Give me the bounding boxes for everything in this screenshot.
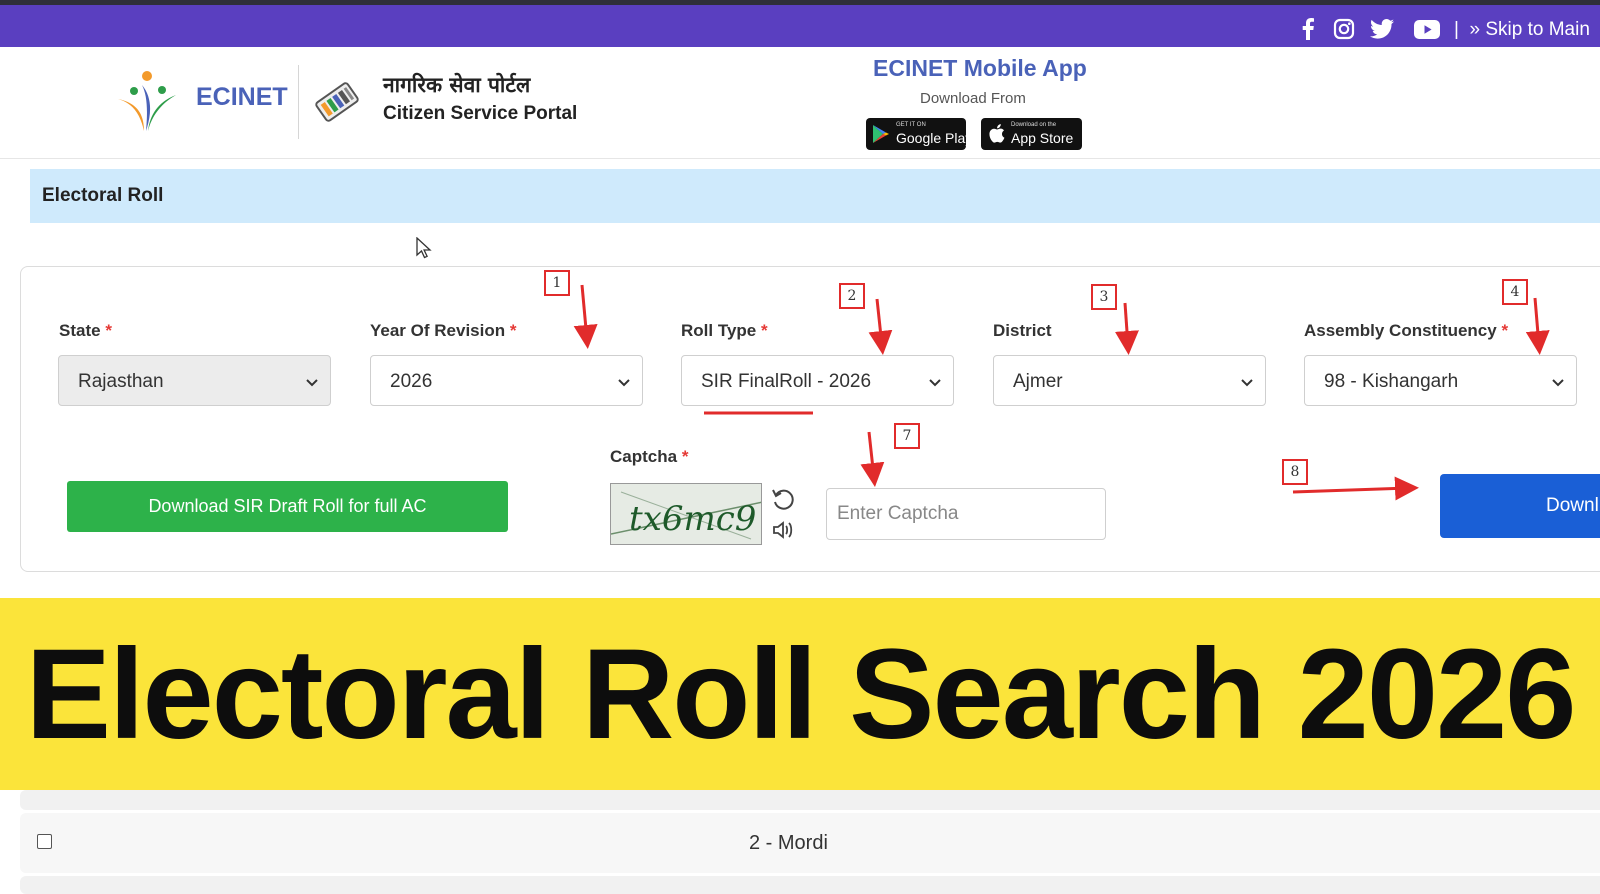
instagram-icon[interactable] <box>1332 17 1356 41</box>
banner-text: Electoral Roll Search 2026 <box>25 622 1577 766</box>
annotation-marker-3: 3 <box>1091 284 1117 310</box>
captcha-label-text: Captcha <box>610 447 678 466</box>
google-play-button[interactable]: GET IT ON Google Play <box>866 118 972 150</box>
google-play-icon <box>873 125 889 148</box>
download-button[interactable]: Downl <box>1440 474 1600 538</box>
year-select[interactable]: 2026 <box>370 355 643 406</box>
top-bar: | » Skip to Main <box>0 5 1600 47</box>
roll-type-value: SIR FinalRoll - 2026 <box>701 371 872 392</box>
list-row-partial-bottom <box>20 876 1600 894</box>
section-header: Electoral Roll <box>30 169 1600 223</box>
google-play-small-text: GET IT ON <box>896 122 926 128</box>
state-label: State * <box>59 321 112 341</box>
brand-name: ECINET <box>196 83 288 111</box>
mobile-app-title: ECINET Mobile App <box>873 55 1087 81</box>
state-value: Rajasthan <box>78 371 164 392</box>
annotation-marker-1: 1 <box>544 270 570 296</box>
required-marker: * <box>760 321 768 340</box>
twitter-icon[interactable] <box>1370 17 1394 41</box>
year-label: Year Of Revision * <box>370 321 516 341</box>
mouse-cursor-icon <box>416 236 432 264</box>
list-item-label: 2 - Mordi <box>749 832 828 854</box>
captcha-label: Captcha * <box>610 447 688 467</box>
annotation-marker-2: 2 <box>839 283 865 309</box>
separator: | <box>1454 19 1459 40</box>
state-select[interactable]: Rajasthan <box>58 355 331 406</box>
required-marker: * <box>681 447 689 466</box>
portal-title-hindi: नागरिक सेवा पोर्टल <box>383 73 531 97</box>
year-label-text: Year Of Revision <box>370 321 506 340</box>
required-marker: * <box>105 321 112 340</box>
title-banner: Electoral Roll Search 2026 <box>0 598 1600 790</box>
app-store-small-text: Download on the <box>1011 122 1057 128</box>
audio-captcha-icon[interactable] <box>771 519 797 545</box>
ecinet-logo-icon[interactable] <box>114 69 180 133</box>
chevron-down-icon <box>618 379 630 387</box>
youtube-icon[interactable] <box>1413 17 1441 41</box>
chevron-down-icon <box>1552 379 1564 387</box>
captcha-text: tx6mc9 <box>629 499 756 539</box>
year-value: 2026 <box>390 371 433 392</box>
roll-type-select[interactable]: SIR FinalRoll - 2026 <box>681 355 954 406</box>
annotation-marker-8: 8 <box>1282 459 1308 485</box>
site-header: ECINET नागरिक सेवा पोर्टल Citizen Servic… <box>0 47 1600 159</box>
list-item-checkbox[interactable] <box>37 834 52 849</box>
district-value: Ajmer <box>1013 371 1063 392</box>
state-label-text: State <box>59 321 101 340</box>
app-store-button[interactable]: Download on the App Store <box>981 118 1082 150</box>
apple-icon <box>989 124 1005 148</box>
refresh-captcha-icon[interactable] <box>770 486 796 512</box>
required-marker: * <box>1501 321 1509 340</box>
skip-to-main-link[interactable]: | » Skip to Main <box>1454 19 1590 41</box>
google-play-text: Google Play <box>896 130 973 146</box>
facebook-icon[interactable] <box>1296 17 1320 41</box>
roll-type-label: Roll Type * <box>681 321 768 341</box>
captcha-image: tx6mc9 <box>610 483 762 545</box>
chevron-down-icon <box>1241 379 1253 387</box>
annotation-marker-4: 4 <box>1502 279 1528 305</box>
assembly-label-text: Assembly Constituency <box>1304 321 1497 340</box>
chevron-down-icon <box>306 379 318 387</box>
eci-emblem-icon <box>308 73 366 131</box>
app-store-text: App Store <box>1011 130 1074 146</box>
captcha-input[interactable] <box>826 488 1106 540</box>
assembly-label: Assembly Constituency * <box>1304 321 1508 341</box>
mobile-app-subtitle: Download From <box>920 90 1026 107</box>
annotation-marker-7: 7 <box>894 423 920 449</box>
section-title: Electoral Roll <box>42 185 164 206</box>
roll-type-label-text: Roll Type <box>681 321 757 340</box>
portal-title: Citizen Service Portal <box>383 103 578 124</box>
download-draft-roll-button[interactable]: Download SIR Draft Roll for full AC <box>67 481 508 532</box>
district-select[interactable]: Ajmer <box>993 355 1266 406</box>
district-label: District <box>993 321 1052 340</box>
download-button-label: Downl <box>1546 495 1599 516</box>
header-divider <box>298 65 299 139</box>
required-marker: * <box>509 321 517 340</box>
assembly-value: 98 - Kishangarh <box>1324 371 1459 392</box>
assembly-select[interactable]: 98 - Kishangarh <box>1304 355 1577 406</box>
chevron-down-icon <box>929 379 941 387</box>
skip-link-text: » Skip to Main <box>1469 19 1590 40</box>
list-row-partial-top <box>20 790 1600 810</box>
